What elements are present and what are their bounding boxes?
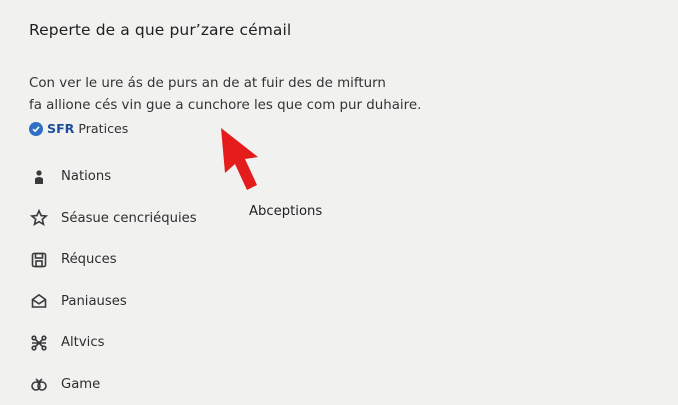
menu-item-label: Altvics [61,335,104,350]
description-line-1: Con ver le ure ás de purs an de at fuir … [29,73,449,95]
save-icon [29,250,49,270]
badge-label: Pratices [78,121,128,136]
star-icon [29,208,49,228]
red-arrow-pointer-icon [212,124,266,196]
menu-item-paniauses[interactable]: Paniauses [29,281,197,323]
person-icon [29,167,49,187]
menu-item-label: Paniauses [61,294,127,309]
verified-badge[interactable]: SFR Pratices [29,121,128,136]
mail-open-icon [29,291,49,311]
menu-item-label: Nations [61,169,111,184]
menu-item-game[interactable]: Game [29,364,197,405]
menu-item-label: Game [61,377,100,392]
menu-item-seasue[interactable]: Séasue cencriéquies [29,198,197,240]
page-title: Reperte de a que pur’zare cémail [29,21,291,39]
verified-check-icon [29,122,43,136]
badge-brand: SFR [47,121,74,136]
menu-item-nations[interactable]: Nations [29,156,197,198]
description: Con ver le ure ás de purs an de at fuir … [29,73,449,117]
menu-item-altvics[interactable]: Altvics [29,322,197,364]
menu-item-requces[interactable]: Réquces [29,239,197,281]
side-label[interactable]: Abceptions [249,204,322,219]
menu-item-label: Réquces [61,252,117,267]
network-icon [29,333,49,353]
menu-list: Nations Séasue cencriéquies Réquces Pani… [29,156,197,405]
description-line-2: fa allione cés vin gue a cunchore les qu… [29,95,449,117]
menu-item-label: Séasue cencriéquies [61,211,197,226]
gamepad-icon [29,374,49,394]
